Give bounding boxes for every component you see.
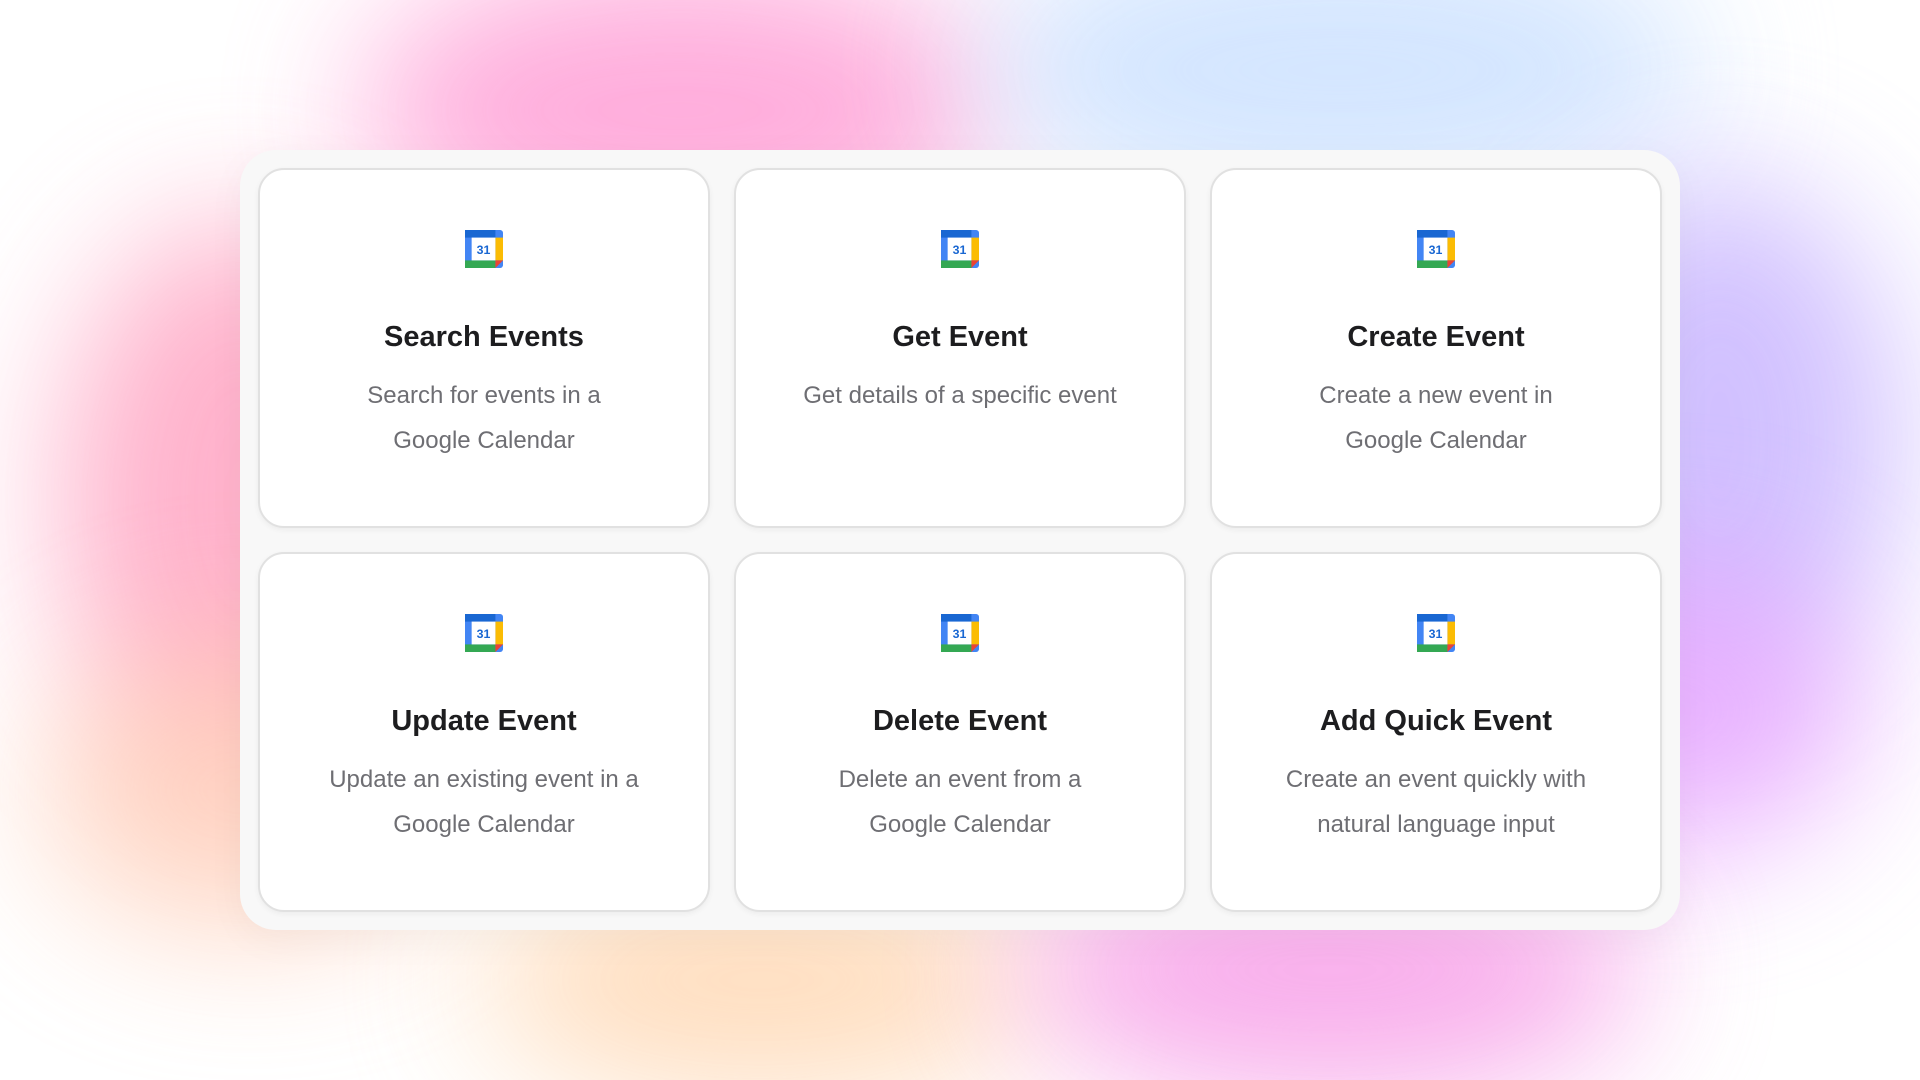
action-card-create-event[interactable]: 31 Create Event Create a new event in Go… (1210, 168, 1662, 528)
card-description-line: Search for events in a (367, 381, 601, 409)
calendar-day-number: 31 (953, 243, 967, 257)
action-card-add-quick-event[interactable]: 31 Add Quick Event Create an event quick… (1210, 552, 1662, 912)
card-description: Create an event quickly with natural lan… (1286, 757, 1586, 847)
card-title: Update Event (391, 705, 577, 737)
card-description-line: Create an event quickly with (1285, 765, 1587, 793)
card-title: Add Quick Event (1319, 705, 1553, 737)
card-description-line: Google Calendar (393, 810, 575, 838)
card-description-line: Create a new event in (1319, 381, 1553, 409)
card-description-line: Delete an event from a (838, 765, 1082, 793)
card-description: Update an existing event in a Google Cal… (329, 757, 639, 847)
calendar-day-number: 31 (1429, 243, 1443, 257)
action-card-update-event[interactable]: 31 Update Event Update an existing event… (258, 552, 710, 912)
google-calendar-icon: 31 (1417, 614, 1455, 652)
card-description: Delete an event from a Google Calendar (839, 757, 1082, 847)
card-description: Get details of a specific event (803, 373, 1117, 418)
card-title: Create Event (1347, 321, 1525, 353)
actions-panel: 31 Search Events Search for events in a … (240, 150, 1680, 930)
card-description: Create a new event in Google Calendar (1319, 373, 1552, 463)
card-description-line: Update an existing event in a (329, 765, 639, 793)
card-description-line: Get details of a specific event (803, 381, 1117, 409)
google-calendar-icon: 31 (1417, 230, 1455, 268)
google-calendar-icon: 31 (941, 230, 979, 268)
action-card-search-events[interactable]: 31 Search Events Search for events in a … (258, 168, 710, 528)
card-title: Get Event (892, 321, 1028, 353)
card-description-line: Google Calendar (869, 810, 1051, 838)
google-calendar-icon: 31 (941, 614, 979, 652)
card-description-line: Google Calendar (393, 426, 575, 454)
calendar-day-number: 31 (953, 627, 967, 641)
card-description: Search for events in a Google Calendar (367, 373, 600, 463)
calendar-day-number: 31 (477, 627, 491, 641)
action-card-delete-event[interactable]: 31 Delete Event Delete an event from a G… (734, 552, 1186, 912)
card-title: Search Events (384, 321, 584, 353)
card-description-line: Google Calendar (1345, 426, 1527, 454)
card-title: Delete Event (872, 705, 1048, 737)
card-description-line: natural language input (1317, 810, 1555, 838)
google-calendar-icon: 31 (465, 230, 503, 268)
google-calendar-icon: 31 (465, 614, 503, 652)
calendar-day-number: 31 (477, 243, 491, 257)
action-card-get-event[interactable]: 31 Get Event Get details of a specific e… (734, 168, 1186, 528)
calendar-day-number: 31 (1429, 627, 1443, 641)
